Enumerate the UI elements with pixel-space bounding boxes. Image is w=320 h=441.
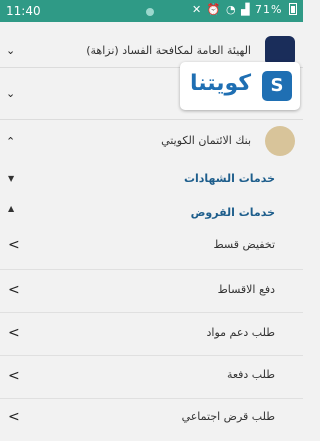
chevron-up-icon: ⌃: [6, 135, 16, 148]
status-bar: 11:40 ✕ ⏰ ◔ ▟ 71%: [0, 0, 303, 22]
signal-icon: ▟: [241, 3, 251, 16]
accordion-item-label: الهيئة العامة لمكافحة الفساد (نزاهة): [86, 44, 251, 57]
list-item[interactable]: < طلب دعم مواد: [0, 313, 303, 356]
accordion-item-kuwait-credit-bank[interactable]: ⌃ بنك الائتمان الكويتي: [0, 120, 303, 162]
wifi-icon: ◔: [225, 3, 237, 16]
section-title: خدمات الشهادات: [183, 172, 275, 185]
list-item-label: طلب دفعة: [226, 368, 275, 381]
list-item-label: تخفيض قسط: [213, 238, 275, 251]
list-item[interactable]: < طلب دفعة: [0, 356, 303, 399]
section-title: خدمات القروض: [190, 206, 275, 219]
badge-text: كويتنا: [190, 71, 252, 96]
battery-percent: 71%: [255, 3, 283, 16]
kuwaitna-logo-icon: S: [262, 71, 292, 101]
caret-down-icon: ▼: [8, 174, 15, 183]
chevron-down-icon: ⌄: [6, 44, 16, 57]
chevron-left-icon: <: [8, 237, 20, 253]
chevron-left-icon: <: [8, 325, 20, 341]
chevron-left-icon: <: [8, 282, 20, 298]
chevron-left-icon: <: [8, 368, 20, 384]
mute-icon: ✕: [192, 3, 203, 16]
section-certificate-services[interactable]: ▼ خدمات الشهادات: [0, 162, 303, 196]
chevron-down-icon: ⌄: [6, 87, 16, 100]
list-item[interactable]: < دفع الاقساط: [0, 270, 303, 313]
list-item[interactable]: < تخفيض قسط: [0, 222, 303, 270]
notification-dot-icon: [146, 8, 154, 16]
status-time: 11:40: [6, 4, 41, 18]
list-item-label: طلب قرض اجتماعي: [181, 410, 275, 423]
chevron-left-icon: <: [8, 409, 20, 425]
status-icons: ✕ ⏰ ◔ ▟ 71%: [192, 3, 297, 16]
list-item-label: طلب دعم مواد: [206, 326, 275, 339]
credit-bank-logo-icon: [265, 126, 295, 156]
kuwaitna-badge: كويتنا S: [180, 62, 300, 110]
caret-up-icon: ▲: [8, 204, 15, 213]
list-item[interactable]: < طلب قرض اجتماعي: [0, 399, 303, 441]
battery-icon: [289, 3, 297, 15]
alarm-icon: ⏰: [206, 3, 222, 16]
accordion-item-label: بنك الائتمان الكويتي: [161, 134, 251, 147]
section-loan-services[interactable]: ▲ خدمات القروض: [0, 196, 303, 222]
list-item-label: دفع الاقساط: [217, 283, 275, 296]
